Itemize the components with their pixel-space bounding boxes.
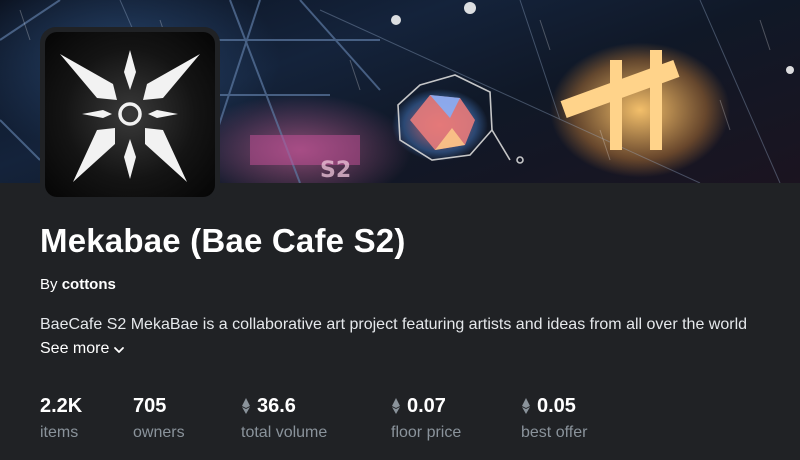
creator-byline: By cottons <box>40 276 116 293</box>
collection-title: Mekabae (Bae Cafe S2) <box>40 222 406 259</box>
stat-label: total volume <box>241 424 328 441</box>
see-more-button[interactable]: See more <box>40 340 125 358</box>
stat-owners[interactable]: 705 owners <box>133 394 185 442</box>
stat-label: floor price <box>391 424 462 441</box>
collection-description: BaeCafe S2 MekaBae is a collaborative ar… <box>40 316 748 333</box>
stat-total-volume[interactable]: 36.6 total volume <box>241 394 327 442</box>
ethereum-icon <box>522 398 530 414</box>
see-more-label: See more <box>40 340 110 357</box>
stat-value: 0.07 <box>407 394 446 417</box>
stat-value: 0.05 <box>537 394 576 417</box>
stat-items[interactable]: 2.2K items <box>40 394 82 442</box>
stat-value: 2.2K <box>40 394 83 417</box>
stat-best-offer[interactable]: 0.05 best offer <box>521 394 587 442</box>
stat-label: best offer <box>521 424 588 441</box>
byline-prefix: By <box>40 276 58 293</box>
stat-label: items <box>40 424 79 441</box>
stat-floor-price[interactable]: 0.07 floor price <box>391 394 461 442</box>
stat-value: 705 <box>133 394 167 417</box>
stat-value: 36.6 <box>257 394 296 417</box>
collection-logo[interactable] <box>45 32 215 197</box>
chevron-down-icon <box>114 347 125 353</box>
creator-link[interactable]: cottons <box>62 276 116 293</box>
banner-neon-text: S2 <box>320 158 352 183</box>
mekabae-star-logo-icon <box>60 50 200 182</box>
stat-label: owners <box>133 424 185 441</box>
ethereum-icon <box>242 398 250 414</box>
ethereum-icon <box>392 398 400 414</box>
